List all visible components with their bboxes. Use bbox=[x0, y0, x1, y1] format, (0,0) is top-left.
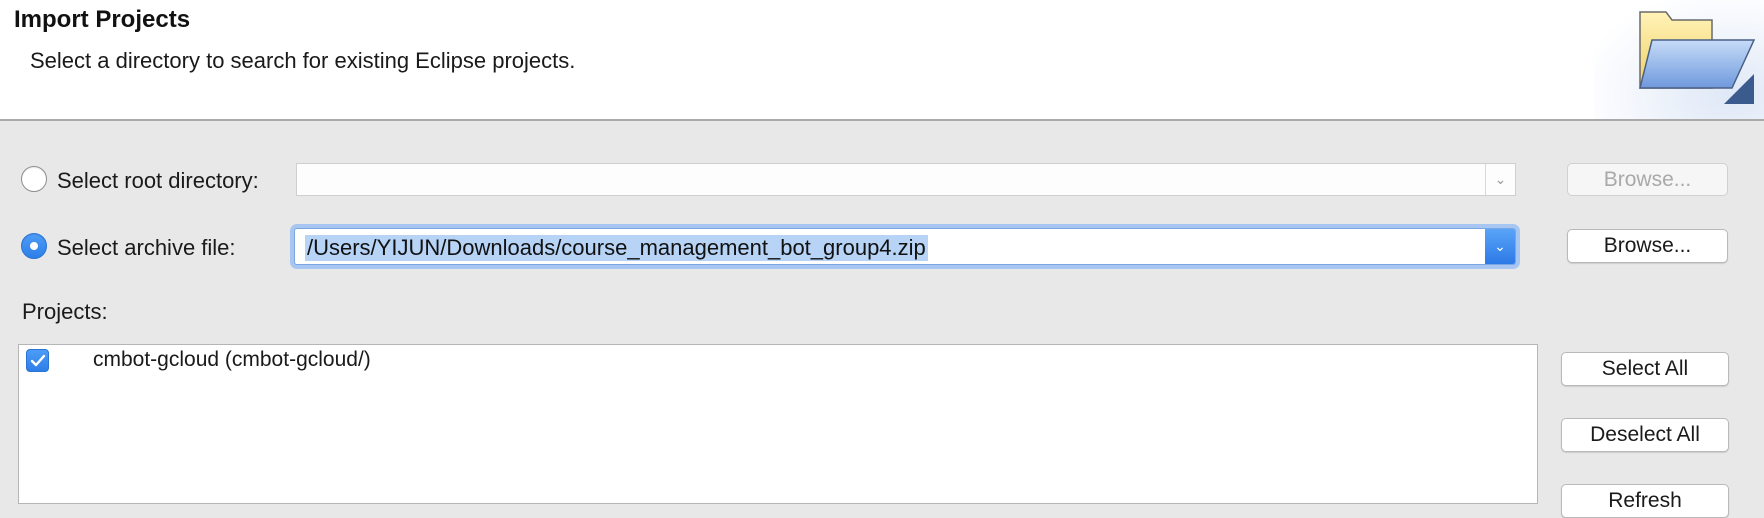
archive-file-label: Select archive file: bbox=[57, 235, 236, 260]
root-directory-combo[interactable]: ⌄ bbox=[296, 163, 1516, 196]
project-checkbox[interactable] bbox=[26, 349, 49, 372]
archive-file-radio[interactable] bbox=[21, 233, 47, 259]
root-directory-label: Select root directory: bbox=[57, 168, 259, 193]
project-item-label: cmbot-gcloud (cmbot-gcloud/) bbox=[93, 348, 371, 371]
projects-label: Projects: bbox=[22, 299, 108, 324]
archive-file-combo[interactable]: /Users/YIJUN/Downloads/course_management… bbox=[294, 228, 1516, 265]
deselect-all-button[interactable]: Deselect All bbox=[1561, 418, 1729, 452]
checkmark-icon bbox=[30, 354, 45, 366]
wizard-header: Import Projects Select a directory to se… bbox=[0, 0, 1764, 121]
folder-open-icon bbox=[1594, 0, 1764, 119]
chevron-down-icon[interactable]: ⌄ bbox=[1485, 229, 1515, 264]
page-description: Select a directory to search for existin… bbox=[30, 48, 576, 73]
archive-file-browse-button[interactable]: Browse... bbox=[1567, 229, 1728, 263]
page-title: Import Projects bbox=[14, 6, 191, 33]
root-directory-radio[interactable] bbox=[21, 166, 47, 192]
archive-file-value[interactable]: /Users/YIJUN/Downloads/course_management… bbox=[305, 235, 928, 261]
projects-list[interactable]: cmbot-gcloud (cmbot-gcloud/) bbox=[18, 344, 1538, 504]
root-directory-browse-button[interactable]: Browse... bbox=[1567, 163, 1728, 196]
select-all-button[interactable]: Select All bbox=[1561, 352, 1729, 386]
chevron-down-icon[interactable]: ⌄ bbox=[1485, 164, 1515, 195]
refresh-button[interactable]: Refresh bbox=[1561, 484, 1729, 518]
